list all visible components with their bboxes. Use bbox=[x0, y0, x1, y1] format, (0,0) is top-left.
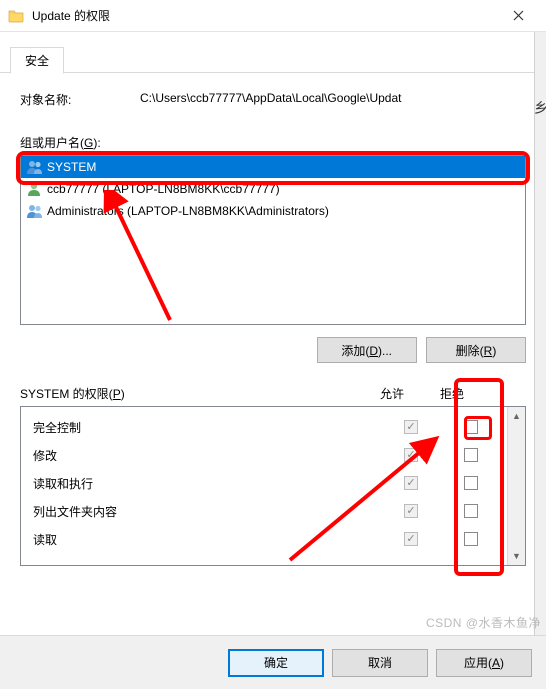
scrollbar-up-icon[interactable]: ▲ bbox=[508, 407, 525, 425]
folder-icon bbox=[8, 8, 24, 24]
allow-checkbox[interactable] bbox=[404, 476, 418, 490]
allow-checkbox[interactable] bbox=[404, 532, 418, 546]
permissions-listbox: 完全控制 修改 读取和执行 列出文件夹内容 bbox=[20, 406, 526, 566]
principal-item-administrators[interactable]: Administrators (LAPTOP-LN8BM8KK\Administ… bbox=[21, 200, 525, 222]
allow-column-label: 允许 bbox=[362, 385, 422, 402]
title-bar: Update 的权限 bbox=[0, 0, 546, 32]
close-button[interactable] bbox=[498, 2, 538, 30]
tab-strip: 安全 bbox=[0, 32, 546, 73]
cancel-button[interactable]: 取消 bbox=[332, 649, 428, 677]
allow-checkbox[interactable] bbox=[404, 420, 418, 434]
object-path: C:\Users\ccb77777\AppData\Local\Google\U… bbox=[140, 91, 526, 108]
deny-checkbox[interactable] bbox=[464, 504, 478, 518]
permission-name: 完全控制 bbox=[27, 419, 381, 436]
scrollbar-down-icon[interactable]: ▼ bbox=[508, 547, 525, 565]
group-icon bbox=[25, 159, 45, 175]
groups-label: 组或用户名(G): bbox=[20, 134, 526, 151]
deny-checkbox[interactable] bbox=[464, 532, 478, 546]
tab-content: 对象名称: C:\Users\ccb77777\AppData\Local\Go… bbox=[0, 73, 546, 576]
permission-row: 修改 bbox=[21, 441, 507, 469]
background-window-edge: 乡 bbox=[534, 32, 546, 635]
deny-checkbox[interactable] bbox=[464, 476, 478, 490]
permission-row: 列出文件夹内容 bbox=[21, 497, 507, 525]
scrollbar[interactable]: ▲ ▼ bbox=[507, 407, 525, 565]
deny-checkbox[interactable] bbox=[464, 420, 478, 434]
permission-name: 列出文件夹内容 bbox=[27, 503, 381, 520]
allow-checkbox[interactable] bbox=[404, 448, 418, 462]
principals-listbox[interactable]: SYSTEM ccb77777 (LAPTOP-LN8BM8KK\ccb7777… bbox=[20, 155, 526, 325]
principal-item-user[interactable]: ccb77777 (LAPTOP-LN8BM8KK\ccb77777) bbox=[21, 178, 525, 200]
principal-buttons-row: 添加(D)... 删除(R) bbox=[20, 337, 526, 363]
object-name-row: 对象名称: C:\Users\ccb77777\AppData\Local\Go… bbox=[20, 91, 526, 108]
permission-name: 修改 bbox=[27, 447, 381, 464]
principal-item-system[interactable]: SYSTEM bbox=[21, 156, 525, 178]
ok-button[interactable]: 确定 bbox=[228, 649, 324, 677]
permission-row: 完全控制 bbox=[21, 413, 507, 441]
watermark: CSDN @水香木鱼净 bbox=[426, 614, 541, 631]
principal-item-label: ccb77777 (LAPTOP-LN8BM8KK\ccb77777) bbox=[47, 182, 280, 196]
principal-item-label: SYSTEM bbox=[47, 160, 96, 174]
add-button[interactable]: 添加(D)... bbox=[317, 337, 417, 363]
dialog-footer: 确定 取消 应用(A) bbox=[0, 635, 546, 689]
group-icon bbox=[25, 203, 45, 219]
tab-security[interactable]: 安全 bbox=[10, 47, 64, 74]
permission-row: 读取 bbox=[21, 525, 507, 553]
deny-column-label: 拒绝 bbox=[422, 385, 482, 402]
permissions-header: SYSTEM 的权限(P) 允许 拒绝 bbox=[20, 385, 526, 402]
remove-button[interactable]: 删除(R) bbox=[426, 337, 526, 363]
user-icon bbox=[25, 181, 45, 197]
principal-item-label: Administrators (LAPTOP-LN8BM8KK\Administ… bbox=[47, 204, 329, 218]
permission-name: 读取和执行 bbox=[27, 475, 381, 492]
deny-checkbox[interactable] bbox=[464, 448, 478, 462]
scrollbar-track[interactable] bbox=[508, 425, 525, 547]
permissions-for-label: SYSTEM 的权限(P) bbox=[20, 385, 362, 402]
close-icon bbox=[513, 10, 524, 21]
permission-row: 读取和执行 bbox=[21, 469, 507, 497]
apply-button[interactable]: 应用(A) bbox=[436, 649, 532, 677]
window-title: Update 的权限 bbox=[32, 7, 498, 24]
allow-checkbox[interactable] bbox=[404, 504, 418, 518]
object-name-label: 对象名称: bbox=[20, 91, 140, 108]
permission-name: 读取 bbox=[27, 531, 381, 548]
